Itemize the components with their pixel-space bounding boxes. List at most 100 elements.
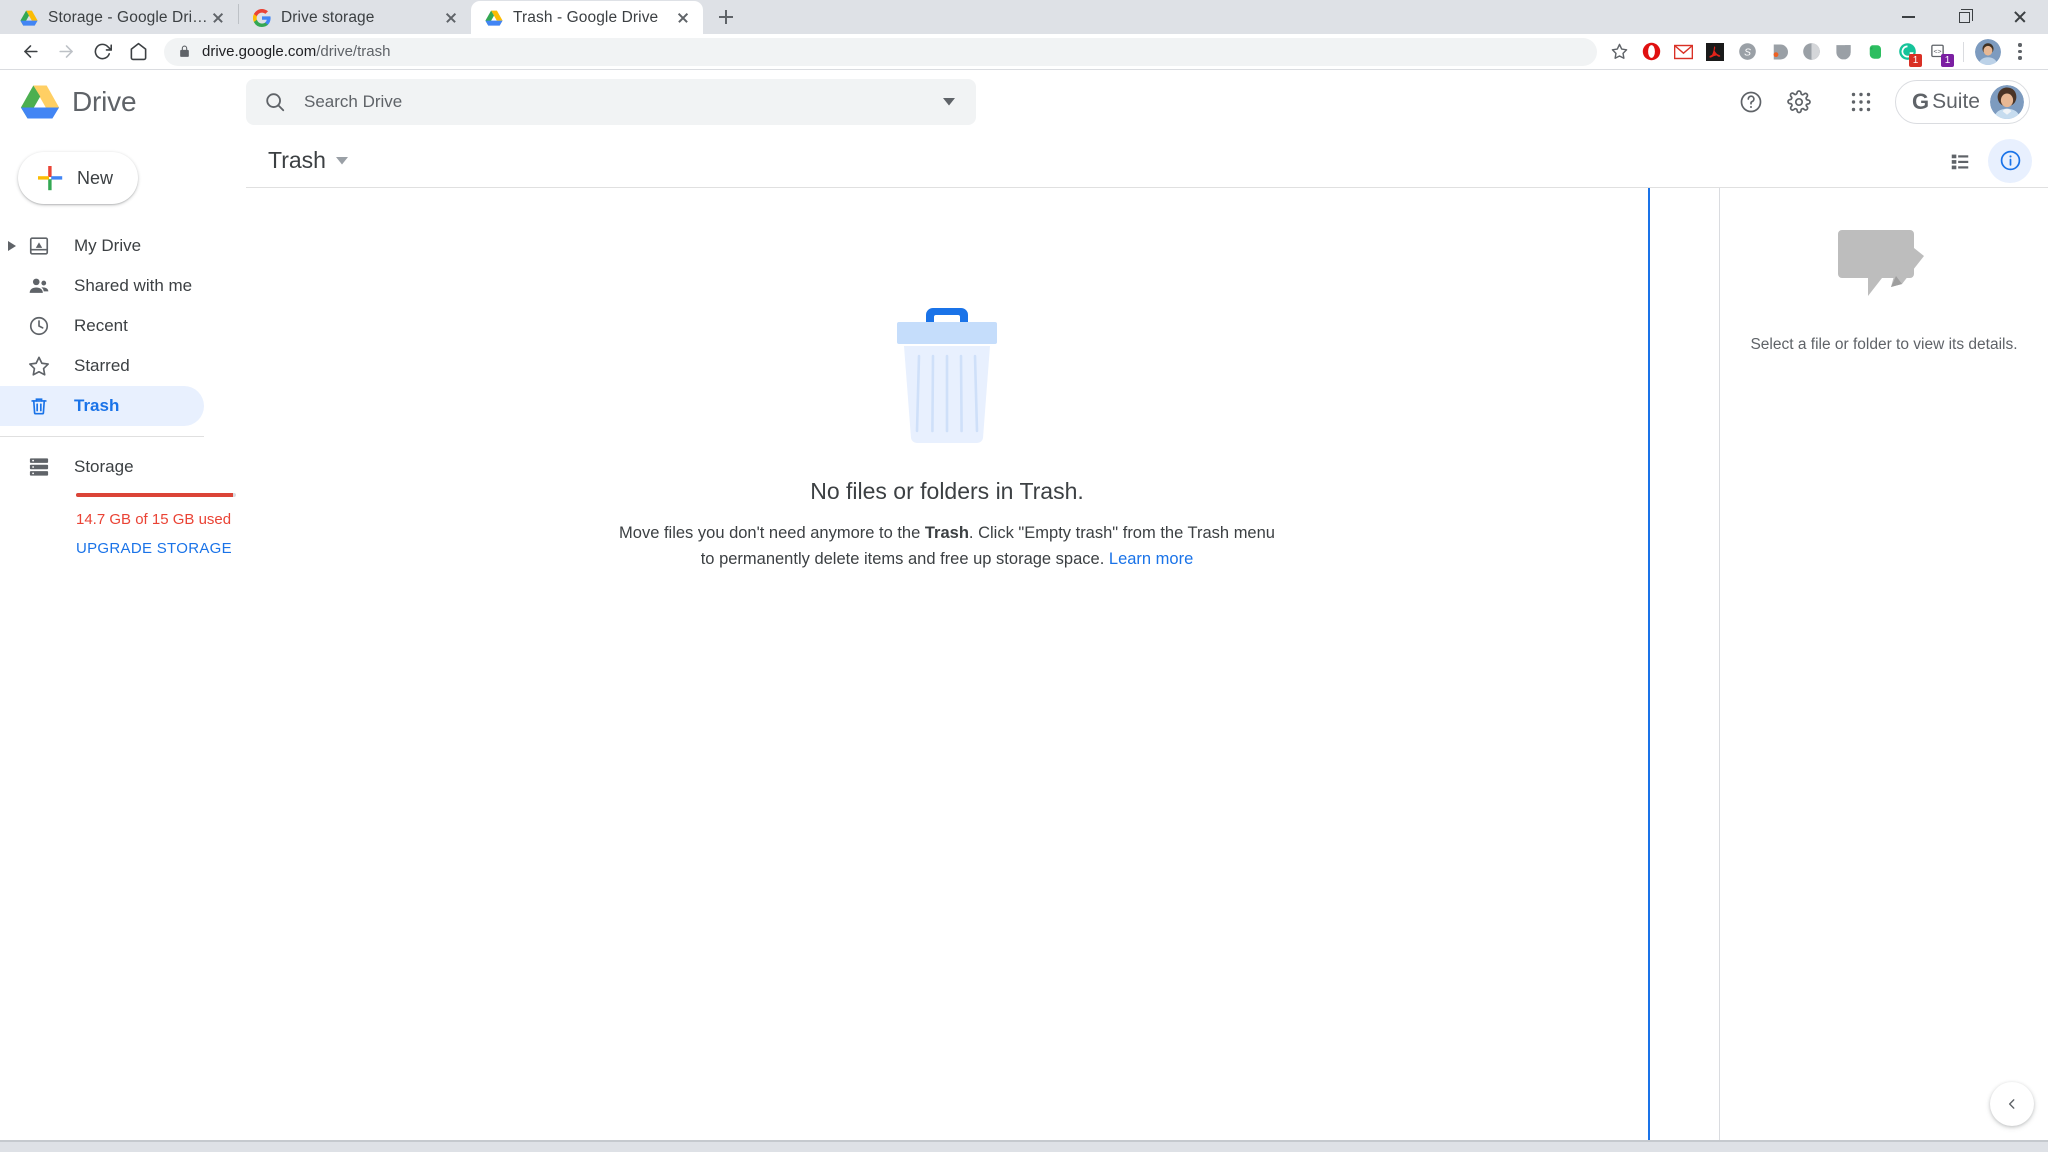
drive-icon [485, 9, 503, 27]
pane-gap [1650, 188, 1720, 1140]
details-panel: Select a file or folder to view its deta… [1720, 188, 2048, 1140]
close-icon[interactable] [441, 8, 461, 28]
home-button[interactable] [120, 34, 156, 70]
sidebar-item-starred[interactable]: Starred [0, 346, 204, 386]
upgrade-storage-link[interactable]: UPGRADE STORAGE [76, 540, 232, 557]
avatar [1975, 38, 2001, 65]
content-area: No files or folders in Trash. Move files… [246, 188, 2048, 1140]
avatar [1990, 85, 2024, 119]
breadcrumb[interactable]: Trash [268, 147, 348, 174]
toolbar-divider [1963, 41, 1964, 62]
sidebar: New My Drive Shared with me Recent Starr… [0, 134, 246, 1140]
list-view-toggle[interactable] [1938, 139, 1982, 183]
drive-body: New My Drive Shared with me Recent Starr… [0, 134, 2048, 1140]
skype-icon[interactable]: S [1731, 36, 1763, 68]
gear-icon[interactable] [1775, 78, 1823, 126]
empty-state: No files or folders in Trash. Move files… [246, 188, 1648, 572]
google-g-icon [252, 8, 271, 27]
ghostery-icon[interactable] [1795, 36, 1827, 68]
browser-tab-1[interactable]: Storage - Google Drive [6, 1, 238, 34]
sidebar-item-trash[interactable]: Trash [0, 386, 204, 426]
minimize-button[interactable] [1880, 0, 1936, 34]
people-icon [24, 275, 54, 297]
extension-badge: 1 [1909, 53, 1922, 67]
collapse-panel-button[interactable] [1990, 1082, 2034, 1126]
content-header: Trash [246, 134, 2048, 188]
bitly-icon[interactable] [1763, 36, 1795, 68]
my-drive-icon [24, 235, 54, 257]
drive-logo[interactable]: Drive [0, 84, 246, 120]
window-controls [1880, 0, 2048, 34]
browser-profile-avatar[interactable] [1972, 36, 2004, 68]
browser-toolbar: drive.google.com/drive/trash S 1 <> 1 [0, 34, 2048, 70]
empty-state-description: Move files you don't need anymore to the… [617, 521, 1277, 572]
chevron-down-icon[interactable] [335, 152, 348, 170]
page-title: Trash [268, 147, 326, 173]
drive-icon [20, 84, 60, 120]
close-icon[interactable] [673, 8, 693, 28]
grammarly-icon[interactable]: 1 [1891, 36, 1923, 68]
main-content: Trash No files or folders in Trash. Move… [246, 134, 2048, 1140]
extension-icons: S 1 <> 1 [1635, 36, 1955, 68]
desc-bold-trash: Trash [924, 524, 969, 542]
sidebar-item-recent[interactable]: Recent [0, 306, 204, 346]
tab-title: Drive storage [281, 8, 375, 26]
browser-menu-button[interactable] [2004, 36, 2036, 68]
evernote-icon[interactable] [1859, 36, 1891, 68]
browser-tab-2[interactable]: Drive storage [239, 1, 471, 34]
google-g-letter: G [1912, 89, 1930, 114]
search-input[interactable] [304, 92, 932, 112]
sidebar-item-label: Starred [74, 356, 130, 375]
storage-progress-fill [76, 493, 233, 497]
new-button-label: New [77, 167, 114, 188]
address-bar[interactable]: drive.google.com/drive/trash [164, 37, 1597, 66]
suite-label: Suite [1932, 90, 1980, 113]
sidebar-divider [0, 436, 204, 437]
back-button[interactable] [12, 34, 48, 70]
files-pane: No files or folders in Trash. Move files… [246, 188, 1650, 1140]
account-chip[interactable]: G Suite [1895, 80, 2030, 124]
storage-icon [24, 457, 54, 477]
opera-icon[interactable] [1635, 36, 1667, 68]
browser-window: Storage - Google Drive Drive storage Tra… [0, 0, 2048, 1152]
close-icon[interactable] [208, 8, 228, 28]
expand-caret-icon[interactable] [0, 241, 24, 251]
sidebar-item-my-drive[interactable]: My Drive [0, 226, 204, 266]
gmail-icon[interactable] [1667, 36, 1699, 68]
details-toggle[interactable] [1988, 138, 2032, 183]
chevron-down-icon[interactable] [932, 85, 966, 119]
drive-app: Drive Search Drive G Suite New My Drive … [0, 70, 2048, 1140]
new-tab-button[interactable] [711, 2, 741, 32]
empty-trash-illustration [887, 300, 1007, 450]
code-snippet-icon[interactable]: <> 1 [1923, 36, 1955, 68]
sidebar-item-label: Trash [74, 396, 120, 415]
adobe-acrobat-icon[interactable] [1699, 36, 1731, 68]
comment-edit-icon [1836, 226, 1932, 302]
sidebar-item-shared-with-me[interactable]: Shared with me [0, 266, 204, 306]
apps-grid-icon[interactable] [1837, 78, 1885, 126]
maximize-button[interactable] [1936, 0, 1992, 34]
forward-button[interactable] [48, 34, 84, 70]
drive-header-actions: G Suite [1727, 78, 2048, 126]
browser-tab-3[interactable]: Trash - Google Drive [471, 1, 703, 34]
url-domain: drive.google.com [202, 43, 317, 60]
reload-button[interactable] [84, 34, 120, 70]
new-button[interactable]: New [18, 152, 138, 204]
search-bar[interactable] [246, 79, 976, 125]
pocket-icon[interactable] [1827, 36, 1859, 68]
account-brand: G Suite [1912, 89, 1980, 115]
learn-more-link[interactable]: Learn more [1109, 550, 1193, 568]
url-path: /drive/trash [316, 43, 391, 60]
extension-badge: 1 [1941, 53, 1954, 67]
desc-part-1: Move files you don't need anymore to the [619, 524, 925, 542]
plus-icon [37, 165, 63, 191]
empty-state-title: No files or folders in Trash. [810, 478, 1084, 504]
drive-icon [20, 9, 38, 27]
help-icon[interactable] [1727, 78, 1775, 126]
sidebar-item-storage[interactable]: Storage [0, 447, 246, 487]
storage-progress-bar [76, 493, 236, 497]
close-window-button[interactable] [1992, 0, 2048, 34]
search-icon [264, 91, 286, 113]
bookmark-star-icon[interactable] [1603, 36, 1635, 68]
sidebar-nav: My Drive Shared with me Recent Starred T… [0, 226, 246, 558]
